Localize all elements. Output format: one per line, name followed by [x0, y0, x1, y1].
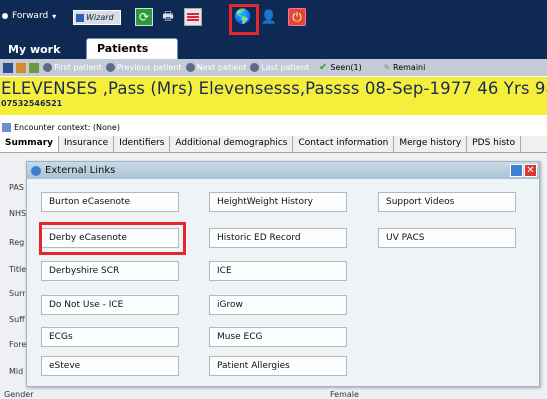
highlight-box-globe [229, 4, 259, 35]
window-icon[interactable] [3, 62, 13, 73]
link-derbyshire-scr[interactable]: Derbyshire SCR [41, 261, 179, 281]
remaining-label: Remaini [393, 63, 426, 72]
form-label: Title [9, 265, 27, 274]
patient-name-dob: ELEVENSES ,Pass (Mrs) Elevensesss,Passss… [1, 79, 547, 98]
link-heightweight-history[interactable]: HeightWeight History [209, 192, 347, 212]
list-icon[interactable] [184, 8, 202, 26]
link-muse-ecg[interactable]: Muse ECG [209, 327, 347, 347]
forward-button[interactable]: Forward ▾ [2, 11, 56, 21]
person-icon[interactable]: 👤 [260, 8, 278, 26]
link-do-not-use-ice[interactable]: Do Not Use - ICE [41, 295, 179, 315]
maximize-icon[interactable] [510, 164, 523, 177]
link-burton-ecasenote[interactable]: Burton eCasenote [41, 192, 179, 212]
form-label: Reg [9, 238, 25, 247]
nhs-number: 07532546521 [1, 99, 63, 108]
wizard-icon [76, 13, 84, 22]
globe-icon [31, 165, 41, 176]
wizard-label: Wizard [86, 13, 114, 22]
link-support-videos[interactable]: Support Videos [378, 192, 516, 212]
form-label: Mid [9, 367, 24, 376]
dialog-title-bar[interactable]: External Links [27, 162, 539, 179]
close-icon[interactable]: ✕ [524, 164, 537, 177]
form-label: NHS [9, 209, 27, 218]
print-icon[interactable]: 🖶 [159, 8, 177, 26]
tab-identifiers[interactable]: Identifiers [114, 136, 171, 152]
tab-insurance[interactable]: Insurance [59, 136, 115, 152]
encounter-context: Encounter context: (None) [0, 121, 547, 134]
seen-label: Seen(1) [330, 63, 362, 72]
previous-icon [105, 63, 115, 72]
form-label: Fore [9, 340, 27, 349]
next-patient-label: Next patient [196, 63, 247, 72]
next-icon [185, 63, 195, 72]
dialog-title: External Links [45, 165, 116, 176]
tab-contact-information[interactable]: Contact information [293, 136, 395, 152]
link-esteve[interactable]: eSteve [41, 356, 179, 376]
seen-button[interactable]: ✔ Seen(1) [319, 62, 362, 73]
previous-patient-button[interactable]: Previous patient [105, 63, 182, 72]
previous-patient-label: Previous patient [116, 63, 182, 72]
top-toolbar: Forward ▾ Wizard ⟳ 🖶 🌎 👤 ⏻ [0, 0, 547, 40]
gender-value: Female [330, 390, 359, 399]
link-igrow[interactable]: iGrow [209, 295, 347, 315]
gender-label: Gender [4, 390, 34, 399]
note-icon: ✎ [383, 63, 393, 72]
forward-arrow-icon [2, 13, 8, 19]
forward-label: Forward [12, 11, 49, 21]
next-patient-button[interactable]: Next patient [185, 63, 247, 72]
last-icon [250, 63, 260, 72]
form-label: PAS [9, 183, 24, 192]
checkmark-icon: ✔ [319, 62, 328, 73]
last-patient-button[interactable]: Last patient [250, 63, 309, 72]
power-icon[interactable]: ⏻ [288, 8, 306, 26]
highlight-box-derby [39, 222, 186, 255]
encounter-label: Encounter context: (None) [14, 123, 120, 132]
remaining-button[interactable]: ✎ Remaini [384, 63, 426, 72]
first-patient-button[interactable]: First patient [43, 63, 102, 72]
tab-summary[interactable]: Summary [0, 136, 60, 152]
encounter-icon [2, 123, 11, 132]
wizard-button[interactable]: Wizard [73, 10, 121, 25]
link-historic-ed-record[interactable]: Historic ED Record [209, 228, 347, 248]
last-patient-label: Last patient [261, 63, 310, 72]
chevron-down-icon: ▾ [52, 11, 57, 21]
external-links-dialog: External Links ✕ Burton eCasenote Derby … [26, 161, 540, 387]
tab-my-work[interactable]: My work [0, 40, 90, 59]
link-ice[interactable]: ICE [209, 261, 347, 281]
form-label: Surr [9, 289, 26, 298]
tab-additional-demographics[interactable]: Additional demographics [170, 136, 294, 152]
first-patient-label: First patient [54, 63, 102, 72]
patient-banner: ELEVENSES ,Pass (Mrs) Elevensesss,Passss… [0, 77, 547, 115]
link-patient-allergies[interactable]: Patient Allergies [209, 356, 347, 376]
tab-pds-history[interactable]: PDS histo [467, 136, 522, 152]
tab-merge-history[interactable]: Merge history [394, 136, 468, 152]
home-icon[interactable] [16, 62, 26, 73]
patient-navigation-bar: First patient Previous patient Next pati… [0, 59, 547, 77]
first-icon [43, 63, 52, 72]
form-label: Suff [9, 315, 25, 324]
tab-strip-filler [178, 40, 547, 59]
people-icon[interactable] [29, 62, 39, 73]
link-ecgs[interactable]: ECGs [41, 327, 179, 347]
refresh-icon[interactable]: ⟳ [135, 8, 153, 26]
tab-patients[interactable]: Patients [86, 38, 178, 59]
detail-tabs: Summary Insurance Identifiers Additional… [0, 136, 547, 153]
link-uv-pacs[interactable]: UV PACS [378, 228, 516, 248]
